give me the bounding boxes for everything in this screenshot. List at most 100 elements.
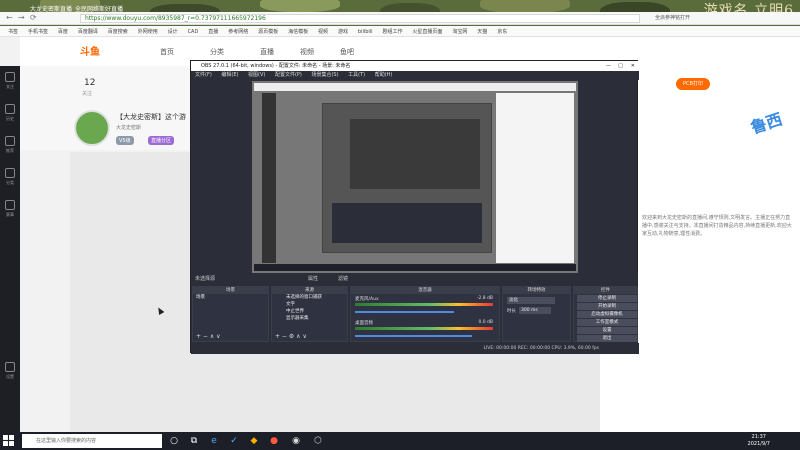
refresh-icon[interactable]: ⟳ — [30, 13, 37, 22]
douyu-logo[interactable]: 斗鱼 — [80, 43, 100, 58]
menu-profile[interactable]: 配置文件(P) — [275, 72, 302, 78]
app-icon[interactable]: ● — [268, 435, 280, 447]
nested-sidebar — [262, 93, 276, 263]
bookmark-item[interactable]: 视频 — [318, 28, 328, 35]
obs-preview[interactable] — [252, 81, 578, 273]
obs-statusbar: LIVE: 00:00:00 REC: 00:00:00 CPU: 3.9%, … — [191, 343, 639, 354]
bookmark-item[interactable]: bilibili — [358, 29, 373, 35]
maximize-button[interactable]: □ — [618, 61, 623, 71]
obs-icon[interactable]: ◉ — [290, 435, 302, 447]
app-icon[interactable]: ◆ — [248, 435, 260, 447]
stats-label: 关注 — [82, 91, 93, 97]
sidebar-item[interactable]: 推荐 — [0, 130, 20, 162]
source-item[interactable]: 未选择的窗口捕获 — [272, 294, 347, 301]
bookmark-item[interactable]: 剧组工作 — [382, 28, 402, 35]
transition-select[interactable]: 淡化 — [507, 297, 555, 304]
stream-title: 【大龙史密斯】这个游 — [116, 113, 186, 121]
category-badge[interactable]: 直播分区 — [148, 136, 175, 145]
menu-help[interactable]: 帮助(H) — [375, 72, 393, 78]
douyu-sidebar: 关注 历史 推荐 分类 赛事 设置 — [0, 66, 20, 432]
browser-titlebar: 大龙史密斯直播_全民网络斯好直播 游戏名.立明6 ← → ⟳ https://w… — [0, 0, 800, 26]
virtual-camera-button[interactable]: 启动虚拟摄像机 — [577, 311, 637, 318]
bookmark-item[interactable]: 百度搜索 — [108, 28, 128, 35]
start-recording-button[interactable]: 开始录制 — [577, 303, 637, 310]
exit-button[interactable]: 退出 — [577, 335, 637, 342]
nav-link[interactable]: 分类 — [210, 47, 224, 57]
sidebar-item[interactable]: 设置 — [0, 356, 20, 388]
sources-dock: 来源 未选择的窗口捕获 文字 中止世界 显示器采集 + − ⚙ ∧ ∨ — [271, 286, 348, 342]
studio-mode-button[interactable]: 工作室模式 — [577, 319, 637, 326]
bookmark-item[interactable]: 火星直播页面 — [412, 28, 442, 35]
duration-label: 时长 — [507, 309, 516, 314]
vscode-icon[interactable]: ✓ — [228, 435, 240, 447]
desktop-volume-slider[interactable] — [355, 335, 473, 337]
back-icon[interactable]: ← — [6, 13, 13, 22]
properties-button[interactable]: 属性 — [308, 273, 318, 285]
bookmark-item[interactable]: 京东 — [497, 28, 507, 35]
bookmark-item[interactable]: 百度翻译 — [78, 28, 98, 35]
streamer-name[interactable]: 大龙史密斯 — [116, 124, 141, 131]
source-buttons[interactable]: + − ⚙ ∧ ∨ — [275, 333, 307, 340]
bookmark-item[interactable]: 直播 — [208, 28, 218, 35]
nav-link[interactable]: 鱼吧 — [340, 47, 354, 57]
menu-edit[interactable]: 编辑(E) — [221, 72, 238, 78]
bookmark-item[interactable]: 海信模板 — [288, 28, 308, 35]
task-view-icon[interactable]: ⧉ — [188, 435, 200, 447]
bookmark-item[interactable]: 参考网络 — [228, 28, 248, 35]
obs-window: OBS 27.0.1 (64-bit, windows) - 配置文件: 未命名… — [190, 60, 639, 354]
scene-item[interactable]: 场景 — [193, 294, 268, 301]
scene-buttons[interactable]: + − ∧ ∨ — [196, 333, 221, 340]
menu-tools[interactable]: 工具(T) — [348, 72, 365, 78]
sidebar-item[interactable]: 赛事 — [0, 194, 20, 226]
desktop-meter — [355, 327, 493, 330]
forward-icon[interactable]: → — [18, 13, 25, 22]
bookmark-item[interactable]: 淘宝网 — [452, 28, 467, 35]
bookmark-item[interactable]: CAD — [188, 29, 199, 35]
close-button[interactable]: ✕ — [631, 61, 635, 71]
menu-view[interactable]: 视图(V) — [248, 72, 265, 78]
bookmark-item[interactable]: 百度 — [58, 28, 68, 35]
app-icon[interactable]: ⬡ — [312, 435, 324, 447]
bookmark-item[interactable]: 游戏 — [338, 28, 348, 35]
address-bar-row: ← → ⟳ https://www.douyu.com/8935987_r=0.… — [0, 12, 800, 25]
stop-recording-button[interactable]: 停止录制 — [577, 295, 637, 302]
filters-button[interactable]: 滤镜 — [338, 273, 348, 285]
bookmark-item[interactable]: 手机书签 — [28, 28, 48, 35]
taskbar-clock[interactable]: 21:37 2021/9/7 — [748, 434, 770, 448]
url-input[interactable]: https://www.douyu.com/8935987_r=0.737971… — [80, 14, 640, 23]
transitions-header: 转场特效 — [503, 287, 570, 294]
address-action[interactable]: 全派参神铭打开 — [655, 14, 690, 21]
mic-volume-slider[interactable] — [355, 311, 455, 313]
no-source-label: 未选择源 — [195, 276, 216, 282]
source-item[interactable]: 文字 — [272, 301, 347, 308]
settings-button[interactable]: 设置 — [577, 327, 637, 334]
nav-link[interactable]: 首页 — [160, 47, 174, 57]
clock-date: 2021/9/7 — [747, 441, 770, 447]
pcb-badge[interactable]: PCB打印 — [676, 78, 710, 90]
source-item[interactable]: 中止世界 — [272, 308, 347, 315]
source-status: 未选择源 属性 滤镜 — [192, 273, 638, 285]
sidebar-item[interactable]: 历史 — [0, 98, 20, 130]
nav-link[interactable]: 直播 — [260, 47, 274, 57]
streamer-avatar[interactable] — [74, 110, 110, 146]
mic-channel-label: 麦克风/Aux — [355, 297, 379, 302]
windows-start-icon[interactable] — [3, 435, 14, 446]
windows-taskbar: 在这里输入你要搜索的内容 ○ ⧉ e ✓ ◆ ● ◉ ⬡ 21:37 2021/… — [0, 432, 800, 450]
menu-scene-collection[interactable]: 场景集合(S) — [311, 72, 338, 78]
menu-file[interactable]: 文件(F) — [195, 72, 212, 78]
bookmark-item[interactable]: 源页模板 — [258, 28, 278, 35]
minimize-button[interactable]: — — [606, 61, 611, 71]
sidebar-item[interactable]: 关注 — [0, 66, 20, 98]
sidebar-item[interactable]: 分类 — [0, 162, 20, 194]
bookmark-item[interactable]: 天猫 — [477, 28, 487, 35]
obs-titlebar: OBS 27.0.1 (64-bit, windows) - 配置文件: 未命名… — [191, 61, 639, 71]
source-item[interactable]: 显示器采集 — [272, 315, 347, 322]
duration-input[interactable]: 300 ms — [519, 307, 551, 314]
bookmark-item[interactable]: 外网使用 — [138, 28, 158, 35]
bookmark-item[interactable]: 设计 — [168, 28, 178, 35]
taskbar-search-input[interactable]: 在这里输入你要搜索的内容 — [22, 434, 162, 448]
browser-icon[interactable]: e — [208, 435, 220, 447]
nav-link[interactable]: 视频 — [300, 47, 314, 57]
bookmark-item[interactable]: 书签 — [8, 28, 18, 35]
cortana-icon[interactable]: ○ — [168, 435, 180, 447]
